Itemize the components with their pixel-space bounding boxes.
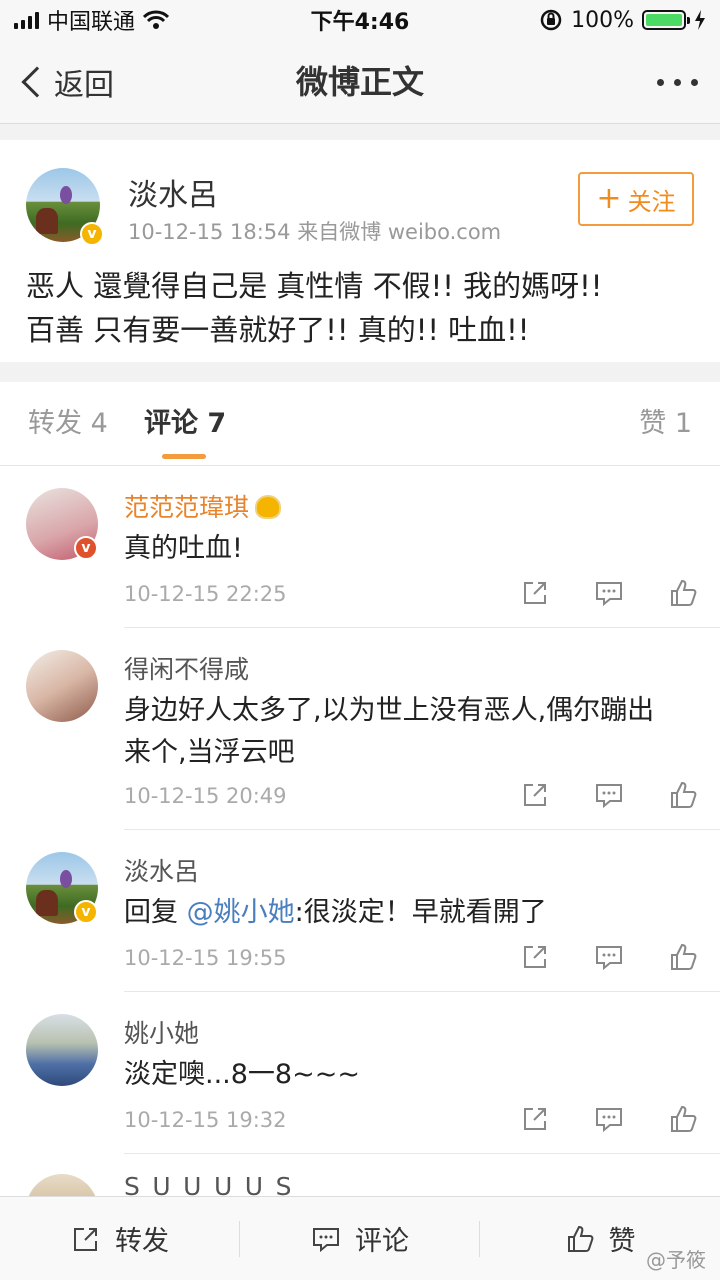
post-content: 恶人 還覺得自己是 真性情 不假!! 我的媽呀!! 百善 只有要一善就好了!! …: [26, 264, 696, 352]
comment-text: 身边好人太多了,以为世上没有恶人,偶尔蹦出 来个,当浮云吧: [124, 695, 655, 768]
mention-link[interactable]: @姚小她: [187, 897, 295, 928]
watermark: @予筱: [646, 1248, 706, 1272]
comment-icon: [313, 1227, 339, 1252]
like-icon[interactable]: [668, 942, 698, 972]
like-icon[interactable]: [668, 1104, 698, 1134]
verified-badge-icon: v: [80, 222, 104, 246]
comment-button[interactable]: 评论: [240, 1197, 480, 1280]
signal-icon: [14, 11, 39, 29]
repost-icon: [74, 1227, 97, 1251]
comment-icon[interactable]: [594, 1104, 624, 1134]
commenter-name[interactable]: 得闲不得咸: [124, 650, 249, 686]
verified-badge-icon: v: [74, 536, 98, 560]
comment-text: 真的吐血!: [124, 533, 243, 564]
post-meta: 10-12-15 18:54 来自微博 weibo.com: [128, 220, 502, 244]
comment-item: 姚小她 淡定噢...8一8~~~ 10-12-15 19:32: [0, 992, 720, 1154]
comment-label: 评论: [355, 1226, 409, 1257]
rotation-lock-icon: [540, 9, 562, 31]
post-content-line: 恶人 還覺得自己是 真性情 不假!! 我的媽呀!!: [26, 269, 603, 303]
like-icon[interactable]: [668, 578, 698, 608]
comment-icon[interactable]: [594, 942, 624, 972]
comment-item: 得闲不得咸 身边好人太多了,以为世上没有恶人,偶尔蹦出 来个,当浮云吧 10-1…: [0, 628, 720, 830]
like-icon: [567, 1225, 593, 1252]
comment-item: v 范范范瑋琪 真的吐血! 10-12-15 22:25: [0, 466, 720, 628]
share-icon[interactable]: [520, 780, 550, 810]
more-dot-icon: [674, 78, 681, 86]
commenter-avatar[interactable]: [26, 1014, 98, 1086]
commenter-name[interactable]: S_U_U_U_U_S: [124, 1172, 291, 1196]
more-dot-icon: [657, 78, 664, 86]
comment-actions: [520, 578, 698, 608]
comment-time: 10-12-15 20:49: [124, 784, 287, 808]
battery-percent: 100%: [571, 7, 634, 33]
comment-icon[interactable]: [594, 780, 624, 810]
comment-actions: [520, 1104, 698, 1134]
follow-button[interactable]: + 关注: [578, 172, 694, 226]
charging-icon: [695, 10, 705, 30]
crown-icon: [255, 495, 282, 519]
comment-time: 10-12-15 19:55: [124, 946, 287, 970]
repost-button[interactable]: 转发: [0, 1197, 240, 1280]
comment-text: 淡定噢...8一8~~~: [124, 1059, 360, 1090]
page-title: 微博正文: [295, 63, 424, 101]
tab-repost[interactable]: 转发 4: [28, 382, 108, 466]
comment-time: 10-12-15 22:25: [124, 582, 287, 606]
comment-actions: [520, 942, 698, 972]
nav-bar: 返回 微博正文: [0, 40, 720, 124]
comment-list: v 范范范瑋琪 真的吐血! 10-12-15 22:25 得闲不得咸 身边好人太…: [0, 466, 720, 1196]
comment-icon[interactable]: [594, 578, 624, 608]
share-icon[interactable]: [520, 578, 550, 608]
like-icon[interactable]: [668, 780, 698, 810]
active-tab-indicator: [162, 454, 206, 459]
comment-time: 10-12-15 19:32: [124, 1108, 287, 1132]
like-label: 赞: [608, 1226, 636, 1257]
author-name[interactable]: 淡水呂: [128, 170, 218, 214]
comment-item: S_U_U_U_U_S: [0, 1154, 720, 1196]
status-bar-left: 中国联通: [14, 4, 170, 36]
share-icon[interactable]: [520, 1104, 550, 1134]
share-icon[interactable]: [520, 942, 550, 972]
wifi-icon: [143, 10, 170, 29]
post-content-line: 百善 只有要一善就好了!! 真的!! 吐血!!: [26, 313, 530, 347]
verified-badge-icon: v: [74, 900, 98, 924]
tab-like[interactable]: 赞 1: [639, 382, 692, 466]
comment-text: 回复 @姚小她:很淡定！早就看開了: [124, 897, 547, 928]
commenter-name[interactable]: 范范范瑋琪: [124, 488, 282, 524]
more-dot-icon: [691, 78, 698, 86]
commenter-name[interactable]: 姚小她: [124, 1014, 199, 1050]
battery-icon: [642, 10, 690, 30]
commenter-name[interactable]: 淡水呂: [124, 852, 199, 888]
status-bar: 中国联通 下午4:46 100%: [0, 0, 720, 40]
repost-label: 转发: [115, 1226, 169, 1257]
commenter-avatar[interactable]: [26, 650, 98, 722]
follow-label: 关注: [627, 187, 676, 216]
more-options-button[interactable]: [657, 40, 698, 124]
status-bar-right: 100%: [539, 8, 706, 33]
commenter-avatar[interactable]: [26, 1174, 98, 1196]
bottom-action-bar: 转发 评论 赞: [0, 1196, 720, 1280]
carrier-label: 中国联通: [47, 10, 136, 35]
post-card: v 淡水呂 10-12-15 18:54 来自微博 weibo.com + 关注…: [0, 140, 720, 362]
comment-actions: [520, 780, 698, 810]
comment-item: v 淡水呂 回复 @姚小她:很淡定！早就看開了 10-12-15 19:55: [0, 830, 720, 992]
plus-icon: +: [596, 181, 622, 216]
post-tabs: 转发 4 评论 7 赞 1: [0, 382, 720, 466]
